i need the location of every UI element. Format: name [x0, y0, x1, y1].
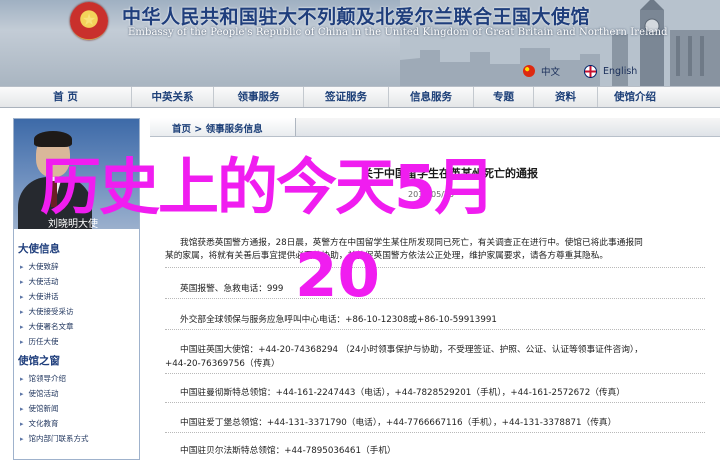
language-english-label: English — [603, 65, 638, 77]
arrow-icon: ▸ — [20, 420, 24, 428]
sidebar-item-ambassador-articles[interactable]: ▸ 大使署名文章 — [20, 321, 74, 332]
police-number: 999 — [266, 284, 284, 294]
divider — [165, 402, 705, 403]
sidebar-item-former-ambassadors[interactable]: ▸ 历任大使 — [20, 336, 59, 347]
arrow-icon: ▸ — [20, 338, 24, 346]
sidebar-item-ambassador-speech[interactable]: ▸ 大使致辞 — [20, 261, 59, 272]
arrow-icon: ▸ — [20, 405, 24, 413]
uk-flag-icon — [584, 64, 597, 78]
main-nav: 首 页 中英关系 领事服务 签证服务 信息服务 专题 资料 使馆介绍 — [0, 86, 720, 108]
breadcrumb-text: 首页 > 领事服务信息 — [172, 124, 263, 135]
sidebar-heading-ambassador: 大使信息 — [18, 243, 60, 255]
national-emblem-icon: ★ — [70, 2, 108, 40]
sidebar-item-department-contacts[interactable]: ▸ 馆内部门联系方式 — [20, 433, 89, 444]
language-english-link[interactable]: English — [584, 63, 637, 79]
overlay-title: 历史上的今天5月 — [40, 152, 495, 223]
nav-item-info[interactable]: 信息服务 — [389, 87, 474, 107]
arrow-icon: ▸ — [20, 390, 24, 398]
police-contact: 英国报警、急救电话：999 — [180, 281, 283, 294]
sidebar-item-ambassador-activities[interactable]: ▸ 大使活动 — [20, 276, 59, 287]
divider — [165, 267, 705, 268]
site-title-en: Embassy of the People's Republic of Chin… — [128, 27, 668, 38]
language-chinese-link[interactable]: 中文 — [523, 63, 560, 79]
sidebar-item-embassy-activities[interactable]: ▸ 使馆活动 — [20, 388, 59, 399]
arrow-icon: ▸ — [20, 263, 24, 271]
consulate-edinburgh: 中国驻爱丁堡总领馆：+44-131-3371790（电话），+44-776666… — [180, 418, 617, 428]
china-flag-icon — [523, 65, 535, 77]
arrow-icon: ▸ — [20, 308, 24, 316]
nav-item-consular[interactable]: 领事服务 — [214, 87, 304, 107]
sidebar-item-ambassador-interviews[interactable]: ▸ 大使接受采访 — [20, 306, 74, 317]
divider — [165, 329, 705, 330]
divider — [165, 373, 705, 374]
sidebar-item-embassy-news[interactable]: ▸ 使馆新闻 — [20, 403, 59, 414]
nav-item-home[interactable]: 首 页 — [0, 87, 132, 107]
site-title-cn: 中华人民共和国驻大不列颠及北爱尔兰联合王国大使馆 — [122, 6, 591, 28]
divider — [165, 298, 705, 299]
nav-item-about[interactable]: 使馆介绍 — [598, 87, 672, 107]
notice-paragraph-2: 某的家属，将就有关善后事宜提供必要的协助，并敦促英国警方依法公正处理，维护家属要… — [165, 251, 609, 261]
sidebar-item-ambassador-talks[interactable]: ▸ 大使讲话 — [20, 291, 59, 302]
embassy-contact-line-1: 中国驻英国大使馆：+44-20-74368294 （24小时领事保护与协助，不受… — [180, 345, 643, 355]
nav-item-topics[interactable]: 专题 — [474, 87, 534, 107]
consulate-belfast: 中国驻贝尔法斯特总领馆：+44-7895036461（手机） — [180, 446, 396, 456]
nav-item-resources[interactable]: 资料 — [534, 87, 598, 107]
breadcrumb-bar: 首页 > 领事服务信息 — [150, 118, 720, 137]
sidebar-item-leaders[interactable]: ▸ 馆领导介绍 — [20, 373, 66, 384]
embassy-contact-line-2: +44-20-76369756（传真） — [165, 359, 280, 369]
sidebar-heading-embassy: 使馆之窗 — [18, 355, 60, 367]
arrow-icon: ▸ — [20, 278, 24, 286]
police-label: 英国报警、急救电话： — [180, 284, 267, 294]
notice-paragraph-1: 我馆获悉英国警方通报，28日晨，英警方在中国留学生某住所发现同已死亡，有关调查正… — [180, 238, 643, 248]
arrow-icon: ▸ — [20, 323, 24, 331]
consulate-manchester: 中国驻曼彻斯特总领馆：+44-161-2247443（电话），+44-78285… — [180, 388, 625, 398]
overlay-number: 20 — [295, 240, 380, 311]
header-banner: ★ 中华人民共和国驻大不列颠及北爱尔兰联合王国大使馆 Embassy of th… — [0, 0, 720, 86]
arrow-icon: ▸ — [20, 293, 24, 301]
sidebar-item-culture-education[interactable]: ▸ 文化教育 — [20, 418, 59, 429]
breadcrumb[interactable]: 首页 > 领事服务信息 — [150, 118, 296, 136]
nav-item-relations[interactable]: 中英关系 — [132, 87, 214, 107]
arrow-icon: ▸ — [20, 375, 24, 383]
nav-item-visa[interactable]: 签证服务 — [304, 87, 389, 107]
arrow-icon: ▸ — [20, 435, 24, 443]
language-chinese-label: 中文 — [541, 67, 561, 78]
divider — [165, 432, 705, 433]
